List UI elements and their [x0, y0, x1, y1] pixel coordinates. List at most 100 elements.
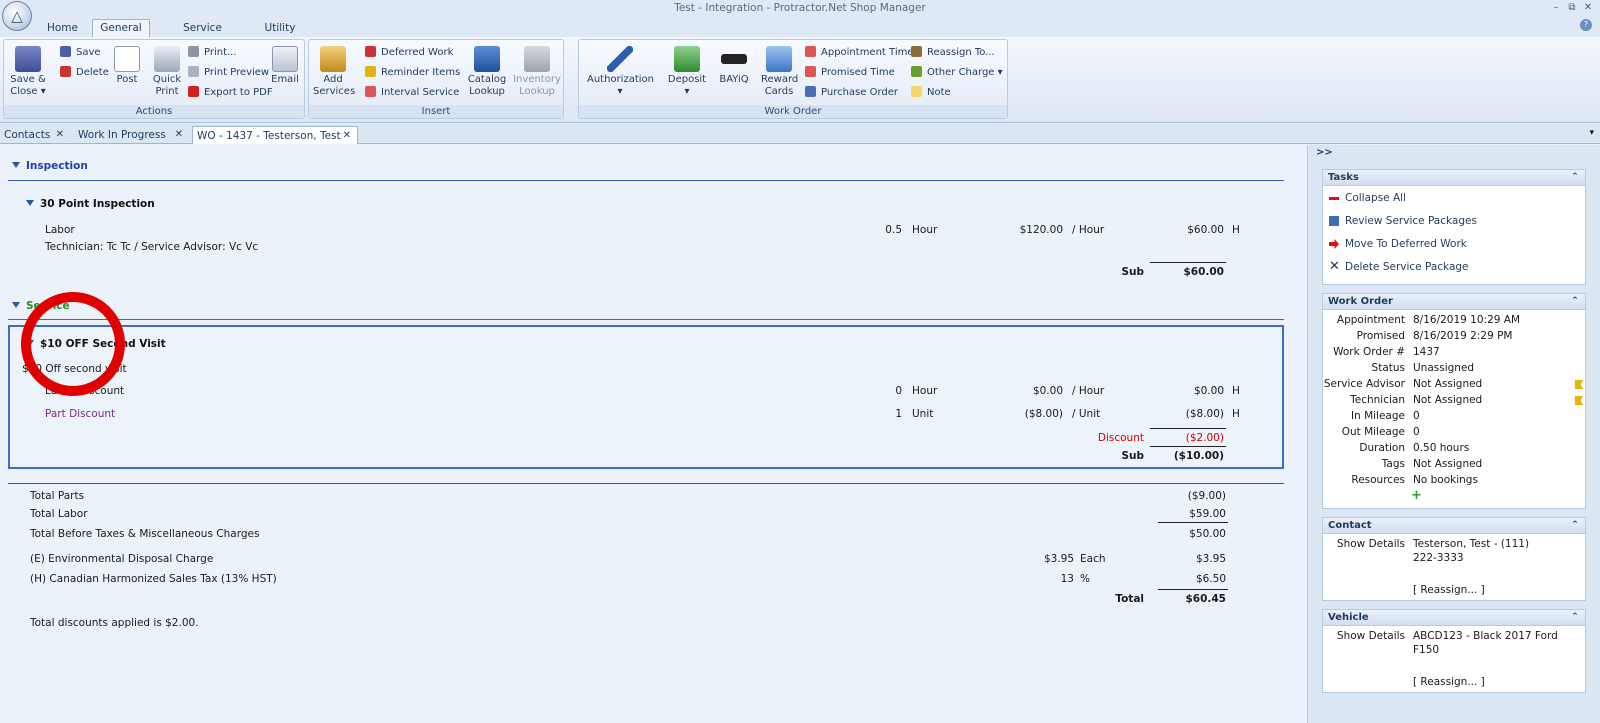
close-icon[interactable]: ✕ [56, 126, 64, 144]
reward-cards-label: Reward [761, 74, 799, 85]
promised-time-button[interactable]: Promised Time [805, 66, 895, 80]
minimize-button[interactable]: – [1550, 2, 1562, 14]
vehicle-panel-header[interactable]: Vehicle ⌃ [1323, 610, 1585, 626]
service-advisor-value[interactable]: Not Assigned [1413, 378, 1482, 390]
task-delete-service-package[interactable]: ✕ Delete Service Package [1329, 259, 1469, 274]
close-icon[interactable]: ✕ [175, 126, 183, 144]
catalog-icon [474, 46, 500, 72]
collapse-triangle-icon[interactable] [12, 302, 20, 308]
export-pdf-button[interactable]: Export to PDF [188, 86, 273, 100]
purchase-order-button[interactable]: Purchase Order [805, 86, 898, 100]
delete-icon [60, 66, 71, 77]
doc-tab-label: Work In Progress [78, 129, 166, 141]
tab-general[interactable]: General [92, 19, 150, 38]
resources-value[interactable]: No bookings [1413, 474, 1478, 486]
authorization-button[interactable]: Authorization ▾ [587, 46, 654, 98]
catalog-lookup-button[interactable]: Catalog Lookup [464, 46, 510, 98]
save-button[interactable]: Save [60, 46, 101, 60]
collapse-panel-icon[interactable]: ⌃ [1569, 612, 1581, 623]
subtotal-rule [1150, 446, 1226, 447]
collapse-triangle-icon[interactable] [26, 200, 34, 206]
work-order-panel-header[interactable]: Work Order ⌃ [1323, 294, 1585, 310]
task-move-to-deferred[interactable]: Move To Deferred Work [1329, 238, 1467, 250]
save-close-button[interactable]: Save & Close ▾ [8, 46, 48, 98]
collapse-triangle-icon[interactable] [12, 162, 20, 168]
post-button[interactable]: Post [112, 46, 142, 86]
contact-show-details[interactable]: Show Details [1337, 538, 1405, 550]
tab-list-dropdown-icon[interactable]: ▾ [1589, 128, 1594, 138]
email-button[interactable]: Email [270, 46, 300, 86]
field-label: Tags [1381, 458, 1405, 470]
task-review-service-packages[interactable]: Review Service Packages [1329, 215, 1477, 227]
doc-tab-contacts[interactable]: Contacts ✕ [0, 126, 70, 144]
tab-service-package[interactable]: Service Package [160, 20, 245, 51]
print-button[interactable]: Print... [188, 46, 237, 60]
add-resource-icon[interactable]: + [1411, 488, 1422, 503]
contact-panel-header[interactable]: Contact ⌃ [1323, 518, 1585, 534]
app-menu-button[interactable]: △ [2, 1, 32, 31]
restore-button[interactable]: ⧉ [1566, 2, 1578, 14]
close-icon[interactable]: ✕ [343, 127, 351, 145]
part-discount-name[interactable]: Part Discount [45, 408, 115, 420]
ribbon-tab-bar: Home General Service Package Utility ? [0, 17, 1600, 51]
collapse-panel-icon[interactable]: ⌃ [1569, 172, 1581, 183]
appointment-time-button[interactable]: Appointment Time [805, 46, 914, 60]
doc-tab-work-in-progress[interactable]: Work In Progress ✕ [74, 126, 189, 144]
task-collapse-all[interactable]: Collapse All [1329, 192, 1406, 204]
flag-icon[interactable] [1575, 396, 1583, 405]
quick-print-button[interactable]: Quick Print [150, 46, 184, 98]
promised-value[interactable]: 8/16/2019 2:29 PM [1413, 330, 1512, 342]
vehicle-show-details[interactable]: Show Details [1337, 630, 1405, 642]
doc-tab-work-order[interactable]: WO - 1437 - Testerson, Test ✕ [192, 126, 358, 144]
inventory-icon [524, 46, 550, 72]
tags-value[interactable]: Not Assigned [1413, 458, 1482, 470]
delete-button[interactable]: Delete [60, 66, 109, 80]
deferred-work-button[interactable]: Deferred Work [365, 46, 453, 60]
deposit-button[interactable]: Deposit ▾ [667, 46, 707, 98]
close-button[interactable]: ✕ [1582, 2, 1594, 14]
print-preview-button[interactable]: Print Preview [188, 66, 269, 80]
inspection-sub-label: Sub [1121, 266, 1144, 278]
tab-home[interactable]: Home [40, 20, 85, 37]
interval-service-button[interactable]: Interval Service [365, 86, 459, 100]
help-icon[interactable]: ? [1580, 19, 1592, 31]
reassign-to-button[interactable]: Reassign To... [911, 46, 995, 60]
tab-utility[interactable]: Utility [255, 20, 305, 37]
technician-value[interactable]: Not Assigned [1413, 394, 1482, 406]
expand-panel-icon[interactable]: >> [1316, 147, 1333, 158]
appointment-value[interactable]: 8/16/2019 10:29 AM [1413, 314, 1520, 326]
add-services-button[interactable]: Add Services [313, 46, 355, 98]
other-charge-button[interactable]: Other Charge ▾ [911, 66, 1003, 80]
env-charge-rate: $3.95 [1043, 553, 1074, 565]
out-mileage-value[interactable]: 0 [1413, 426, 1420, 438]
collapse-panel-icon[interactable]: ⌃ [1569, 296, 1581, 307]
vehicle-reassign-link[interactable]: [ Reassign... ] [1413, 676, 1485, 688]
minus-icon [1329, 197, 1339, 200]
hst-rate: 13 [1060, 573, 1074, 585]
reminder-items-button[interactable]: Reminder Items [365, 66, 460, 80]
before-taxes-value: $50.00 [1189, 528, 1226, 540]
inspection-section-header[interactable]: Inspection [12, 160, 88, 172]
flag-icon[interactable] [1575, 380, 1583, 389]
field-label: Technician [1350, 394, 1405, 406]
reward-cards-button[interactable]: Reward Cards [761, 46, 799, 98]
selected-service-package[interactable] [8, 325, 1284, 469]
collapse-panel-icon[interactable]: ⌃ [1569, 520, 1581, 531]
deferred-work-icon [365, 46, 376, 57]
status-value[interactable]: Unassigned [1413, 362, 1474, 374]
inspection-item-header[interactable]: 30 Point Inspection [26, 198, 155, 210]
contact-reassign-link[interactable]: [ Reassign... ] [1413, 584, 1485, 596]
part-discount-unit: Unit [912, 408, 934, 420]
in-mileage-value[interactable]: 0 [1413, 410, 1420, 422]
reward-cards-label2: Cards [764, 86, 794, 97]
labor-line-name[interactable]: Labor [45, 224, 75, 236]
tasks-panel: Tasks ⌃ Collapse All Review Service Packa… [1322, 169, 1586, 285]
service-sub-value: ($10.00) [1173, 450, 1224, 462]
ribbon: Save & Close ▾ Save Delete Post Quick Pr… [0, 37, 1600, 123]
duration-value[interactable]: 0.50 hours [1413, 442, 1469, 454]
bayiq-button[interactable]: BAYiQ [717, 46, 751, 86]
deferred-work-label: Deferred Work [381, 47, 454, 58]
inventory-lookup-button[interactable]: Inventory Lookup [513, 46, 561, 98]
tasks-panel-header[interactable]: Tasks ⌃ [1323, 170, 1585, 186]
note-button[interactable]: Note [911, 86, 951, 100]
